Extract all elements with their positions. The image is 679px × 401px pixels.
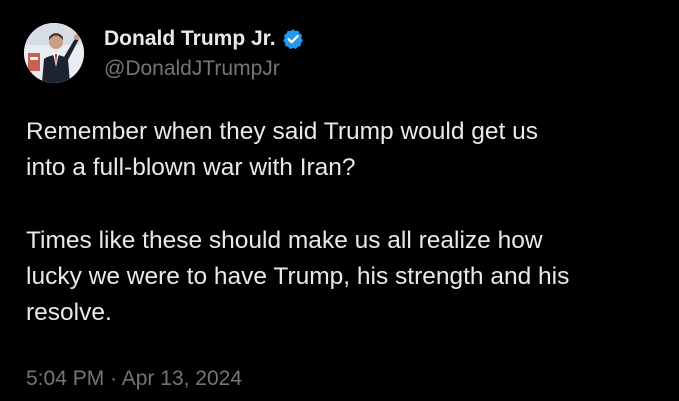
avatar[interactable] bbox=[24, 23, 84, 83]
author-handle[interactable]: @DonaldJTrumpJr bbox=[104, 56, 304, 82]
tweet-date: Apr 13, 2024 bbox=[121, 367, 243, 390]
author-names: Donald Trump Jr. @DonaldJTrumpJr bbox=[104, 25, 304, 82]
verified-badge-icon bbox=[282, 28, 304, 50]
tweet-header: Donald Trump Jr. @DonaldJTrumpJr bbox=[24, 23, 304, 83]
tweet-card: Donald Trump Jr. @DonaldJTrumpJr Remembe… bbox=[0, 0, 679, 401]
profile-photo-icon bbox=[24, 23, 84, 83]
timestamp-separator: · bbox=[110, 367, 118, 390]
tweet-time: 5:04 PM bbox=[26, 367, 105, 390]
tweet-text: Remember when they said Trump would get … bbox=[26, 114, 656, 331]
display-name[interactable]: Donald Trump Jr. bbox=[104, 26, 276, 52]
tweet-paragraph: Times like these should make us all real… bbox=[26, 227, 570, 326]
tweet-paragraph: Remember when they said Trump would get … bbox=[26, 118, 539, 181]
tweet-timestamp[interactable]: 5:04 PM · Apr 13, 2024 bbox=[26, 366, 242, 392]
name-row: Donald Trump Jr. bbox=[104, 25, 304, 53]
